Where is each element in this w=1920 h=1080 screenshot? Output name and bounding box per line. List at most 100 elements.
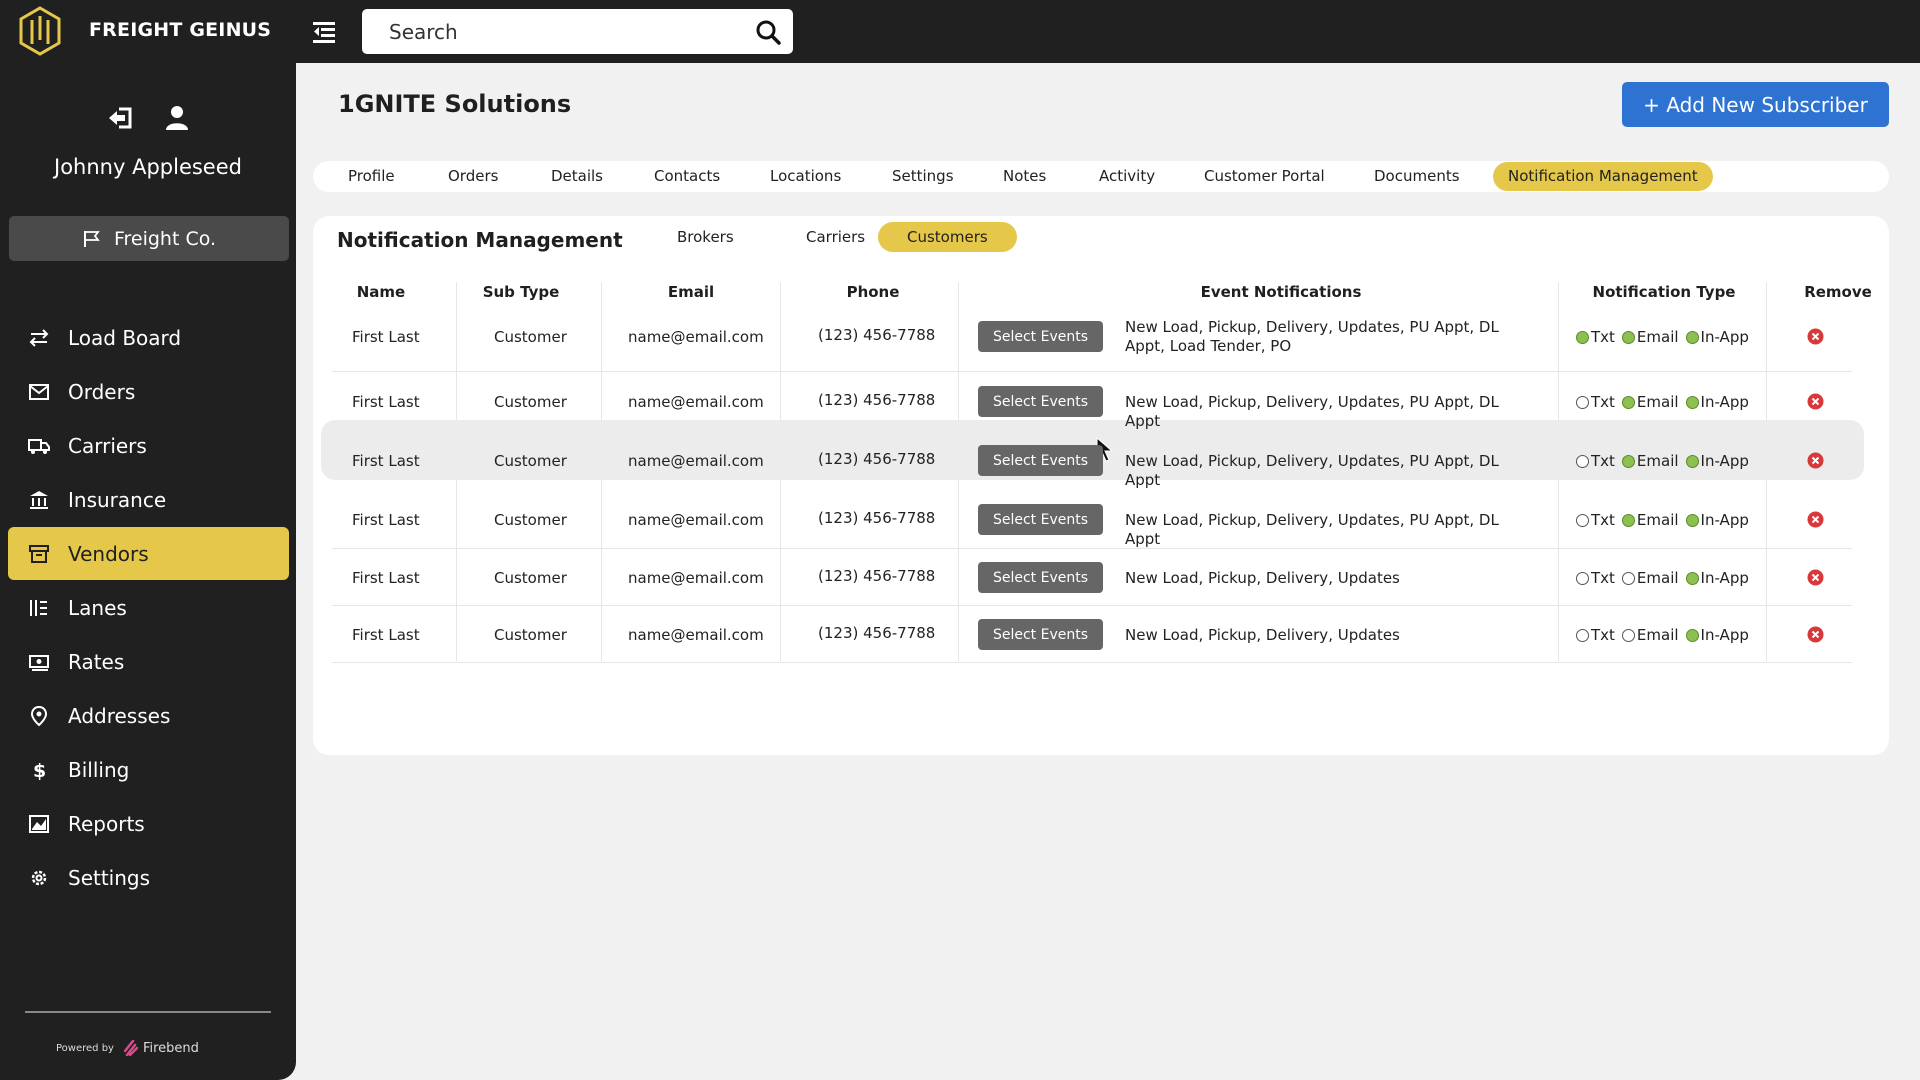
radio-email-checked[interactable] <box>1621 454 1635 468</box>
remove-icon[interactable] <box>1807 569 1824 586</box>
sidebar-item-carriers[interactable]: Carriers <box>8 419 289 472</box>
notification-type-options: Txt Email In-App <box>1576 452 1749 470</box>
radio-in-app-checked[interactable] <box>1685 571 1699 585</box>
sidebar-item-load-board[interactable]: Load Board <box>8 311 289 364</box>
radio-txt-unchecked[interactable] <box>1576 395 1589 409</box>
option-in-app[interactable]: In-App <box>1685 328 1749 346</box>
cell-event-notifications: New Load, Pickup, Delivery, Updates, PU … <box>1125 393 1499 430</box>
radio-txt-unchecked[interactable] <box>1576 628 1589 642</box>
sidebar-item-label: Addresses <box>68 703 171 728</box>
remove-icon[interactable] <box>1807 328 1824 345</box>
cell-event-notifications: New Load, Pickup, Delivery, Updates, PU … <box>1125 452 1499 489</box>
tab-orders[interactable]: Orders <box>433 162 513 191</box>
tab-settings[interactable]: Settings <box>877 162 969 191</box>
tab-notification-management[interactable]: Notification Management <box>1493 162 1713 191</box>
tab-contacts[interactable]: Contacts <box>639 162 735 191</box>
select-events-button[interactable]: Select Events <box>978 321 1103 352</box>
option-in-app[interactable]: In-App <box>1685 626 1749 644</box>
subtab-brokers[interactable]: Brokers <box>648 222 763 252</box>
option-txt[interactable]: Txt <box>1576 393 1615 411</box>
subtab-customers[interactable]: Customers <box>878 222 1017 252</box>
sidebar-item-label: Reports <box>68 811 145 836</box>
radio-in-app-checked[interactable] <box>1685 330 1699 344</box>
cell-phone: (123) 456-7788 <box>818 509 936 527</box>
option-email[interactable]: Email <box>1621 626 1679 644</box>
subtab-carriers[interactable]: Carriers <box>777 222 894 252</box>
sidebar-item-settings[interactable]: Settings <box>8 851 289 904</box>
remove-icon[interactable] <box>1807 452 1824 469</box>
option-in-app[interactable]: In-App <box>1685 393 1749 411</box>
option-label: In-App <box>1700 626 1749 644</box>
sidebar-item-orders[interactable]: Orders <box>8 365 289 418</box>
cell-email: name@email.com <box>628 452 764 470</box>
option-label: Txt <box>1591 626 1615 644</box>
option-email[interactable]: Email <box>1621 452 1679 470</box>
radio-email-checked[interactable] <box>1621 330 1635 344</box>
option-in-app[interactable]: In-App <box>1685 569 1749 587</box>
sidebar-item-reports[interactable]: Reports <box>8 797 289 850</box>
svg-text:$: $ <box>33 760 46 781</box>
option-email[interactable]: Email <box>1621 511 1679 529</box>
radio-email-unchecked[interactable] <box>1621 571 1635 585</box>
radio-txt-unchecked[interactable] <box>1576 513 1589 527</box>
remove-icon[interactable] <box>1807 626 1824 643</box>
tab-activity[interactable]: Activity <box>1084 162 1170 191</box>
sidebar-item-addresses[interactable]: Addresses <box>8 689 289 742</box>
sidebar-item-vendors[interactable]: Vendors <box>8 527 289 580</box>
cell-phone: (123) 456-7788 <box>818 450 936 468</box>
select-events-button[interactable]: Select Events <box>978 386 1103 417</box>
option-txt[interactable]: Txt <box>1576 328 1615 346</box>
radio-email-unchecked[interactable] <box>1621 628 1635 642</box>
radio-txt-unchecked[interactable] <box>1576 571 1589 585</box>
sidebar-item-rates[interactable]: Rates <box>8 635 289 688</box>
company-selector[interactable]: Freight Co. <box>9 216 289 261</box>
user-icon[interactable] <box>162 103 192 133</box>
sidebar-item-lanes[interactable]: Lanes <box>8 581 289 634</box>
header-name: Name <box>356 283 406 301</box>
option-email[interactable]: Email <box>1621 569 1679 587</box>
cell-email: name@email.com <box>628 626 764 644</box>
search-input[interactable] <box>374 9 734 54</box>
radio-in-app-checked[interactable] <box>1685 454 1699 468</box>
sidebar-item-billing[interactable]: $ Billing <box>8 743 289 796</box>
menu-toggle-icon[interactable] <box>311 19 337 45</box>
option-txt[interactable]: Txt <box>1576 626 1615 644</box>
cell-subtype: Customer <box>494 511 567 529</box>
option-email[interactable]: Email <box>1621 393 1679 411</box>
search-icon[interactable] <box>755 19 781 45</box>
remove-icon[interactable] <box>1807 393 1824 410</box>
option-email[interactable]: Email <box>1621 328 1679 346</box>
option-in-app[interactable]: In-App <box>1685 511 1749 529</box>
sidebar-nav: Load Board Orders Carriers Insurance Ven… <box>8 311 289 905</box>
tab-documents[interactable]: Documents <box>1359 162 1475 191</box>
radio-in-app-checked[interactable] <box>1685 513 1699 527</box>
option-txt[interactable]: Txt <box>1576 511 1615 529</box>
radio-txt-unchecked[interactable] <box>1576 454 1589 468</box>
tab-details[interactable]: Details <box>536 162 618 191</box>
dollar-icon: $ <box>33 760 46 781</box>
option-txt[interactable]: Txt <box>1576 452 1615 470</box>
add-subscriber-button[interactable]: + Add New Subscriber <box>1622 82 1889 127</box>
radio-email-checked[interactable] <box>1621 395 1635 409</box>
radio-email-checked[interactable] <box>1621 513 1635 527</box>
tab-customer-portal[interactable]: Customer Portal <box>1189 162 1340 191</box>
option-label: In-App <box>1700 393 1749 411</box>
header-email: Email <box>667 283 715 301</box>
option-txt[interactable]: Txt <box>1576 569 1615 587</box>
tab-locations[interactable]: Locations <box>755 162 856 191</box>
radio-txt-checked[interactable] <box>1576 330 1589 344</box>
cell-event-notifications: New Load, Pickup, Delivery, Updates, PU … <box>1125 318 1499 355</box>
option-in-app[interactable]: In-App <box>1685 452 1749 470</box>
select-events-button[interactable]: Select Events <box>978 445 1103 476</box>
select-events-button[interactable]: Select Events <box>978 619 1103 650</box>
pin-icon <box>30 705 48 726</box>
tab-profile[interactable]: Profile <box>333 162 410 191</box>
tab-notes[interactable]: Notes <box>988 162 1061 191</box>
remove-icon[interactable] <box>1807 511 1824 528</box>
select-events-button[interactable]: Select Events <box>978 562 1103 593</box>
sidebar-item-insurance[interactable]: Insurance <box>8 473 289 526</box>
radio-in-app-checked[interactable] <box>1685 395 1699 409</box>
select-events-button[interactable]: Select Events <box>978 504 1103 535</box>
logout-icon[interactable] <box>106 103 136 133</box>
radio-in-app-checked[interactable] <box>1685 628 1699 642</box>
